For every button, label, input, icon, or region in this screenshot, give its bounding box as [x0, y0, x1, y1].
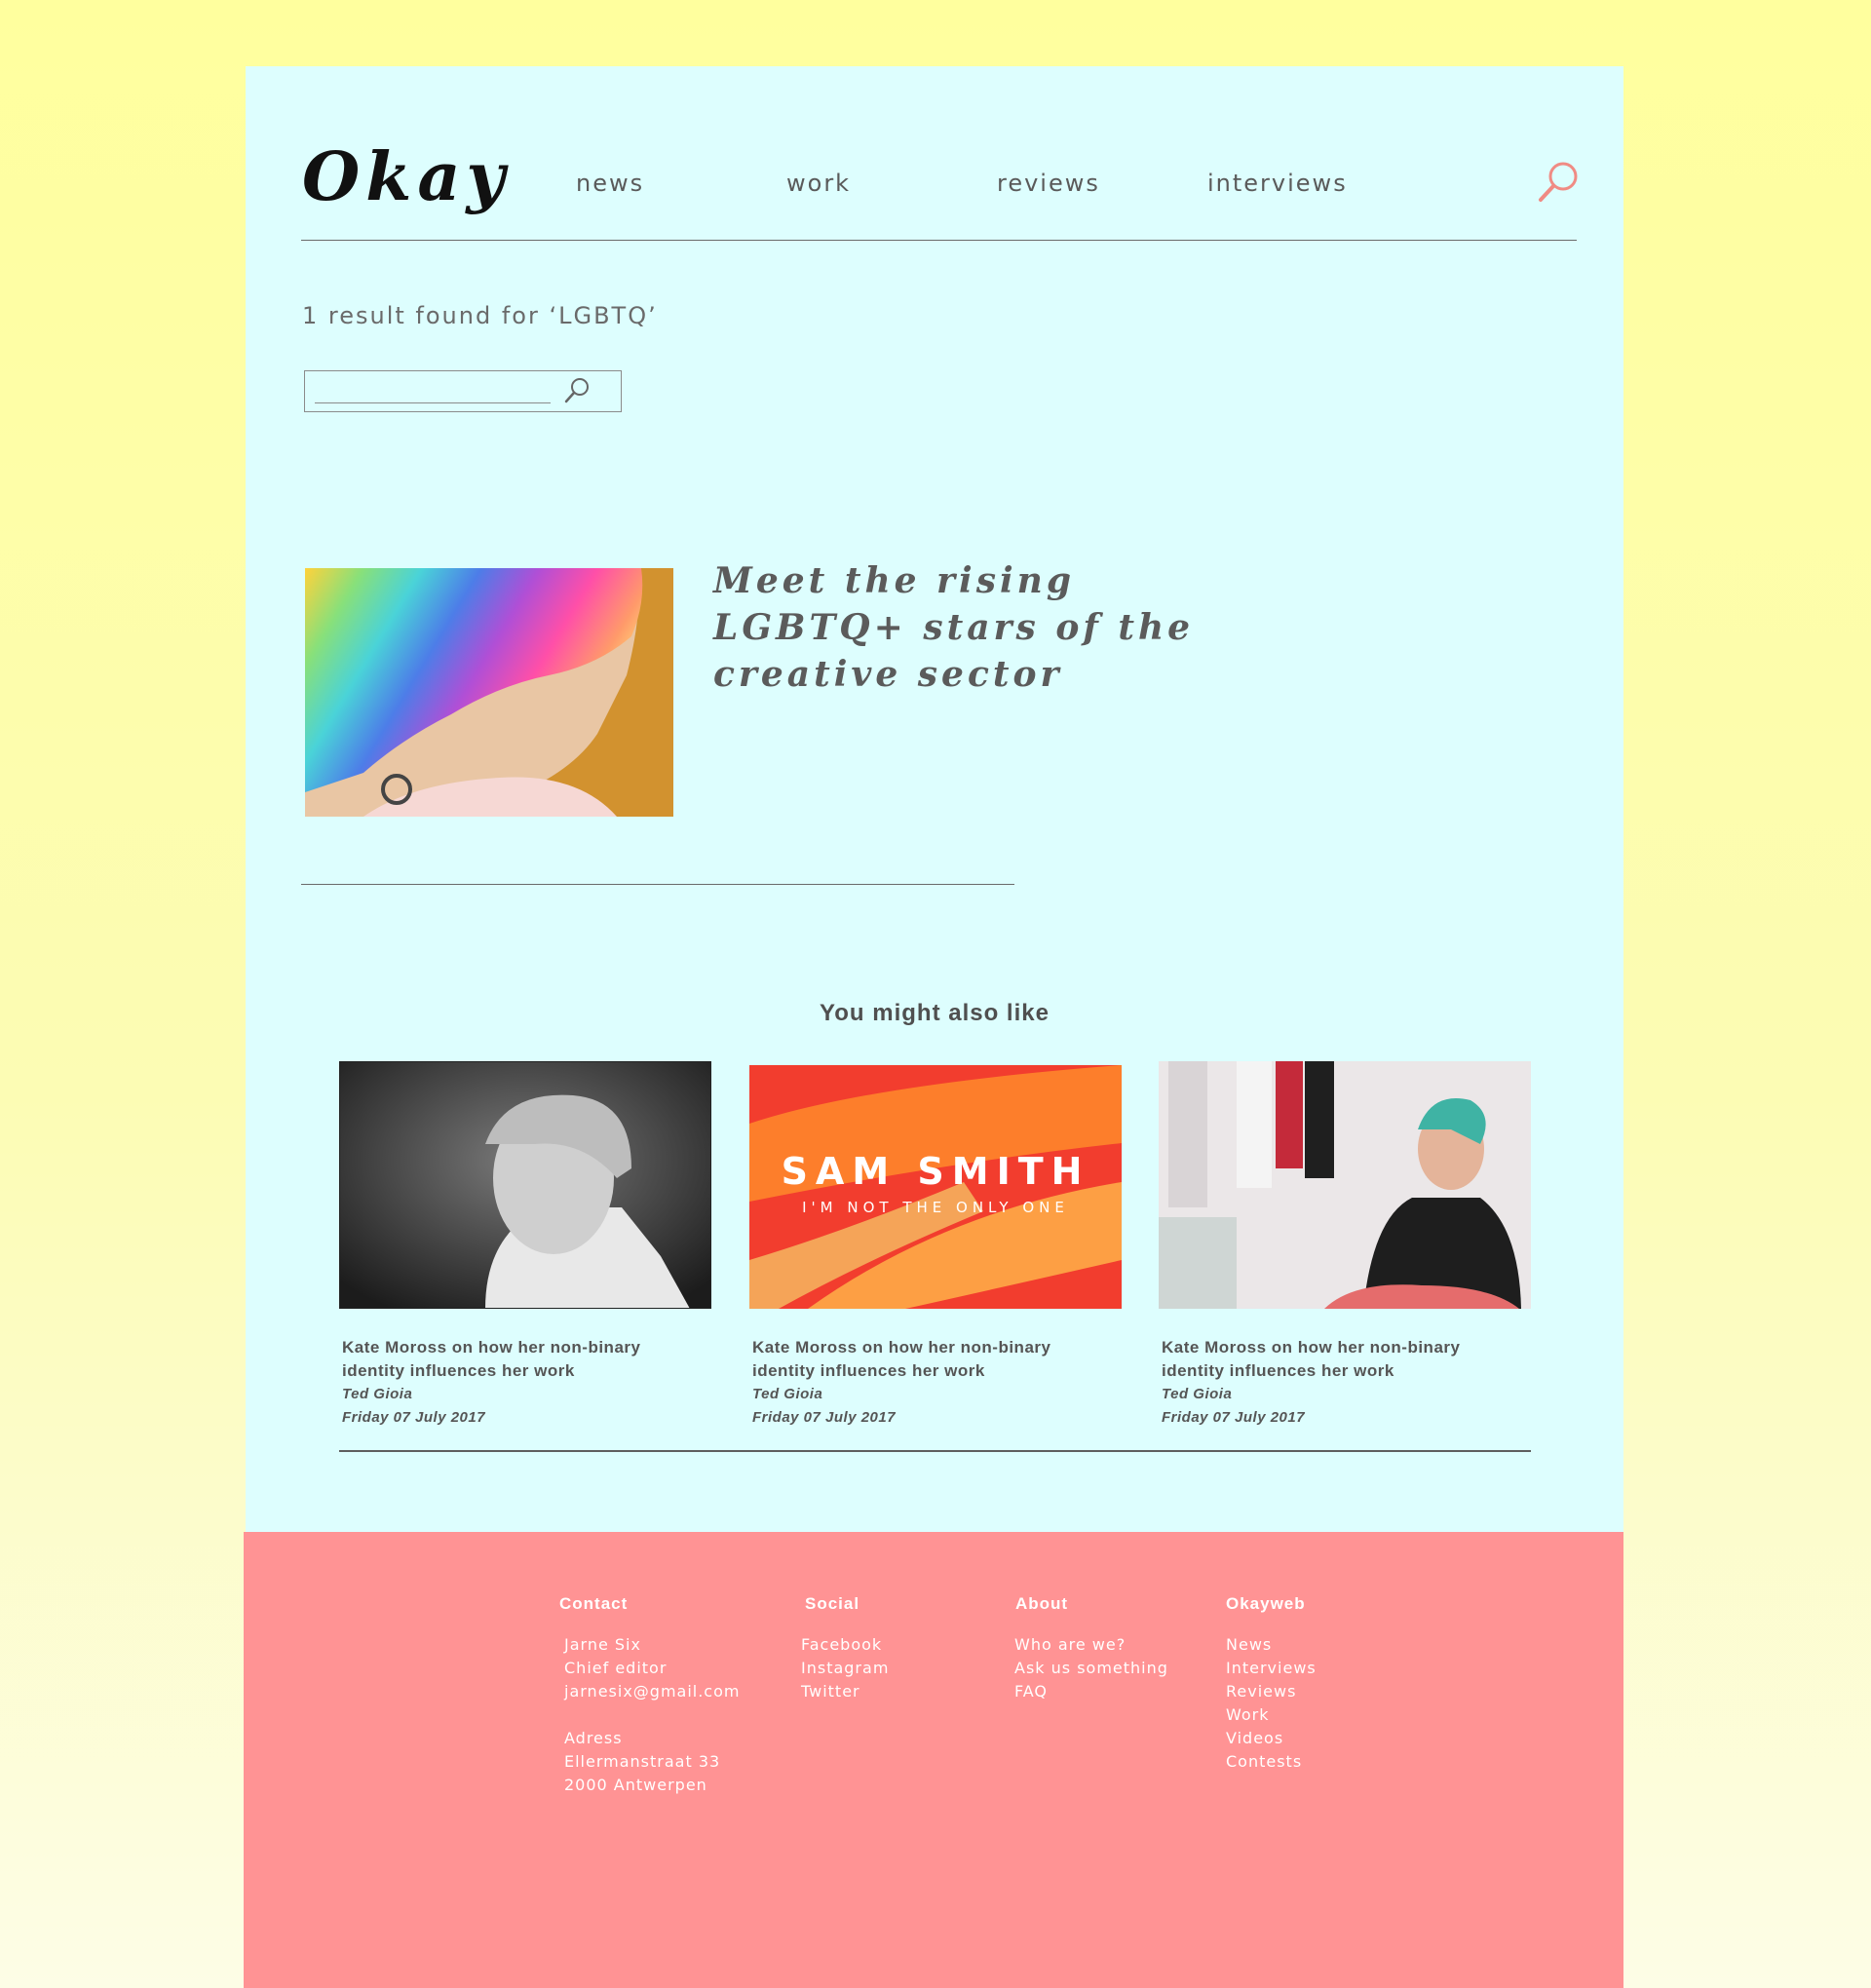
nav-item-reviews[interactable]: reviews	[997, 170, 1100, 197]
result-title-line: creative sector	[713, 654, 1063, 695]
footer-address-street: Ellermanstraat 33	[564, 1752, 721, 1771]
footer-link-who-are-we[interactable]: Who are we?	[1014, 1633, 1126, 1657]
footer-heading-about: About	[1015, 1594, 1069, 1613]
album-song-text: I'M NOT THE ONLY ONE	[802, 1199, 1069, 1216]
footer: Contact Jarne Six Chief editor jarnesix@…	[244, 1532, 1623, 1988]
card-image	[339, 1061, 711, 1309]
footer-link-reviews[interactable]: Reviews	[1226, 1680, 1296, 1703]
footer-heading-okayweb: Okayweb	[1226, 1594, 1306, 1613]
footer-link-instagram[interactable]: Instagram	[801, 1657, 889, 1680]
footer-heading-social: Social	[805, 1594, 860, 1613]
search-button[interactable]	[562, 376, 592, 405]
cards-divider	[339, 1450, 1531, 1452]
footer-heading-contact: Contact	[559, 1594, 629, 1613]
card-date: Friday 07 July 2017	[752, 1409, 897, 1426]
nav-item-work[interactable]: work	[786, 170, 851, 197]
card-title-line: identity influences her work	[342, 1361, 575, 1380]
header-divider	[301, 240, 1577, 241]
footer-contact-name: Jarne Six	[564, 1635, 641, 1654]
card-date: Friday 07 July 2017	[1162, 1409, 1306, 1426]
card-author: Ted Gioia	[752, 1386, 823, 1402]
result-thumbnail[interactable]	[305, 568, 673, 817]
footer-address-city: 2000 Antwerpen	[564, 1776, 707, 1794]
footer-link-videos[interactable]: Videos	[1226, 1727, 1283, 1750]
logo[interactable]: Okay	[302, 144, 511, 210]
card-image: SAM SMITH I'M NOT THE ONLY ONE	[749, 1065, 1122, 1309]
card-title-line: Kate Moross on how her non-binary	[1162, 1338, 1461, 1357]
footer-link-news[interactable]: News	[1226, 1633, 1272, 1657]
footer-link-ask-us[interactable]: Ask us something	[1014, 1657, 1168, 1680]
search-icon[interactable]	[1538, 160, 1581, 203]
studio-portrait-image	[1159, 1061, 1531, 1309]
search-result-count: 1 result found for ‘LGBTQ’	[302, 302, 658, 329]
result-title-line: Meet the rising	[713, 560, 1075, 601]
footer-link-work[interactable]: Work	[1226, 1703, 1270, 1727]
nav-item-interviews[interactable]: interviews	[1207, 170, 1348, 197]
footer-address-label: Adress	[564, 1729, 623, 1747]
card-author: Ted Gioia	[342, 1386, 413, 1402]
search-input[interactable]	[315, 377, 551, 403]
section-heading: You might also like	[820, 1000, 1050, 1026]
card-title: Kate Moross on how her non-binary identi…	[1162, 1336, 1483, 1383]
card-title-line: identity influences her work	[752, 1361, 985, 1380]
footer-link-twitter[interactable]: Twitter	[801, 1680, 860, 1703]
footer-link-facebook[interactable]: Facebook	[801, 1633, 882, 1657]
search-field	[304, 370, 622, 412]
rainbow-hair-image	[305, 568, 673, 817]
card-author: Ted Gioia	[1162, 1386, 1233, 1402]
portrait-bw-image	[339, 1061, 711, 1309]
card-title-line: Kate Moross on how her non-binary	[752, 1338, 1051, 1357]
album-artist-text: SAM SMITH	[782, 1150, 1090, 1193]
footer-link-contests[interactable]: Contests	[1226, 1750, 1302, 1774]
card-title-line: Kate Moross on how her non-binary	[342, 1338, 641, 1357]
card-image	[1159, 1061, 1531, 1309]
result-title[interactable]: Meet the rising LGBTQ+ stars of the crea…	[713, 557, 1220, 698]
footer-contact-email[interactable]: jarnesix@gmail.com	[564, 1680, 740, 1703]
card-title-line: identity influences her work	[1162, 1361, 1394, 1380]
result-divider	[301, 884, 1014, 885]
result-title-line: LGBTQ+ stars of the	[713, 607, 1195, 648]
card-title: Kate Moross on how her non-binary identi…	[752, 1336, 1074, 1383]
card-date: Friday 07 July 2017	[342, 1409, 486, 1426]
card-title: Kate Moross on how her non-binary identi…	[342, 1336, 664, 1383]
footer-link-interviews[interactable]: Interviews	[1226, 1657, 1317, 1680]
footer-contact-role: Chief editor	[564, 1659, 668, 1677]
nav-item-news[interactable]: news	[576, 170, 644, 197]
album-cover-image: SAM SMITH I'M NOT THE ONLY ONE	[749, 1065, 1122, 1309]
magnifier-icon	[564, 378, 589, 403]
footer-link-faq[interactable]: FAQ	[1014, 1680, 1048, 1703]
